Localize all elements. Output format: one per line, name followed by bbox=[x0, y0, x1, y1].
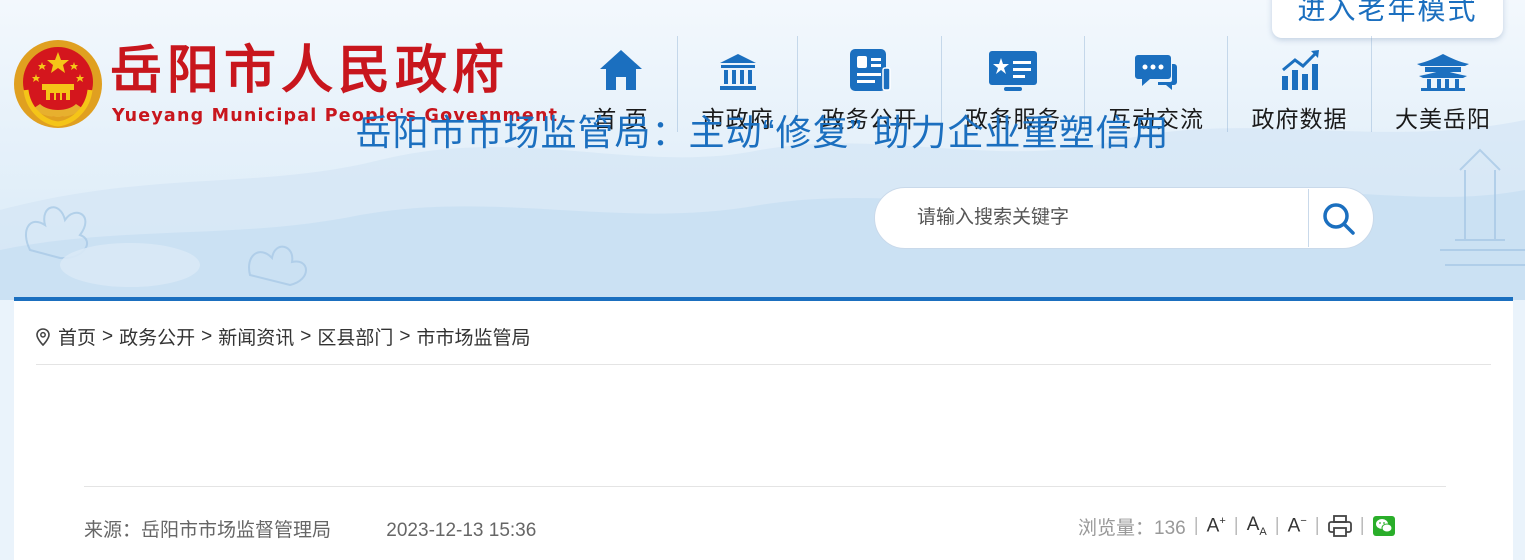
font-size-larger-button[interactable]: A+ bbox=[1207, 515, 1226, 537]
font-smaller-label: A bbox=[1287, 515, 1301, 537]
font-larger-label: A bbox=[1206, 515, 1220, 537]
breadcrumb-separator: > bbox=[201, 325, 213, 347]
tool-divider: | bbox=[1314, 515, 1320, 536]
chat-icon bbox=[1135, 55, 1177, 90]
breadcrumb-link-government-affairs[interactable]: 政务公开 bbox=[119, 323, 195, 350]
pavilion-icon bbox=[1417, 54, 1469, 91]
tool-divider: | bbox=[1274, 515, 1280, 536]
search-box bbox=[874, 187, 1374, 249]
divider bbox=[36, 364, 1491, 365]
location-pin-icon bbox=[36, 327, 50, 346]
article-date: 2023-12-13 15:36 bbox=[386, 520, 537, 541]
breadcrumb-separator: > bbox=[300, 325, 312, 347]
print-icon[interactable] bbox=[1327, 515, 1352, 537]
elder-mode-button[interactable]: 进入老年模式 bbox=[1272, 0, 1503, 38]
breadcrumb-link-home[interactable]: 首页 bbox=[58, 323, 96, 350]
breadcrumb-link-news[interactable]: 新闻资讯 bbox=[218, 323, 294, 350]
government-building-icon bbox=[719, 54, 756, 90]
document-icon bbox=[849, 49, 891, 91]
data-chart-icon bbox=[1281, 50, 1319, 90]
font-size-normal-button[interactable]: AA bbox=[1247, 514, 1267, 538]
breadcrumb-link-districts[interactable]: 区县部门 bbox=[317, 323, 393, 350]
article-meta: 来源：岳阳市市场监督管理局 2023-12-13 15:36 bbox=[84, 515, 536, 542]
font-size-smaller-button[interactable]: A− bbox=[1288, 515, 1307, 537]
article-title: 岳阳市市场监管局：主动“修复” 助力企业重塑信用 bbox=[355, 112, 1170, 153]
elder-mode-label: 进入老年模式 bbox=[1297, 0, 1478, 25]
breadcrumb: 首页 > 政务公开 > 新闻资讯 > 区县部门 > 市市场监管局 bbox=[36, 323, 531, 350]
site-title: 岳阳市人民政府 bbox=[110, 40, 510, 101]
breadcrumb-link-market-supervision[interactable]: 市市场监管局 bbox=[417, 323, 531, 350]
breadcrumb-separator: > bbox=[399, 325, 411, 347]
service-card-icon bbox=[989, 51, 1037, 91]
divider bbox=[84, 486, 1446, 487]
search-divider bbox=[1308, 189, 1309, 247]
breadcrumb-separator: > bbox=[102, 325, 114, 347]
view-count: 浏览量：136 bbox=[1078, 517, 1186, 539]
tool-divider: | bbox=[1193, 515, 1199, 536]
search-input[interactable] bbox=[917, 203, 1297, 233]
home-icon bbox=[600, 50, 642, 90]
article-container: 首页 > 政务公开 > 新闻资讯 > 区县部门 > 市市场监管局 来源：岳阳市市… bbox=[14, 301, 1513, 560]
article-source: 来源：岳阳市市场监督管理局 bbox=[84, 520, 332, 541]
wechat-share-icon[interactable] bbox=[1372, 516, 1395, 536]
font-normal-label: A bbox=[1246, 514, 1260, 536]
tool-divider: | bbox=[1359, 515, 1365, 536]
tool-divider: | bbox=[1233, 515, 1239, 536]
article-tools: 浏览量：136 | A+ | AA | A− | | bbox=[1078, 509, 1395, 543]
search-icon[interactable] bbox=[1321, 201, 1357, 237]
